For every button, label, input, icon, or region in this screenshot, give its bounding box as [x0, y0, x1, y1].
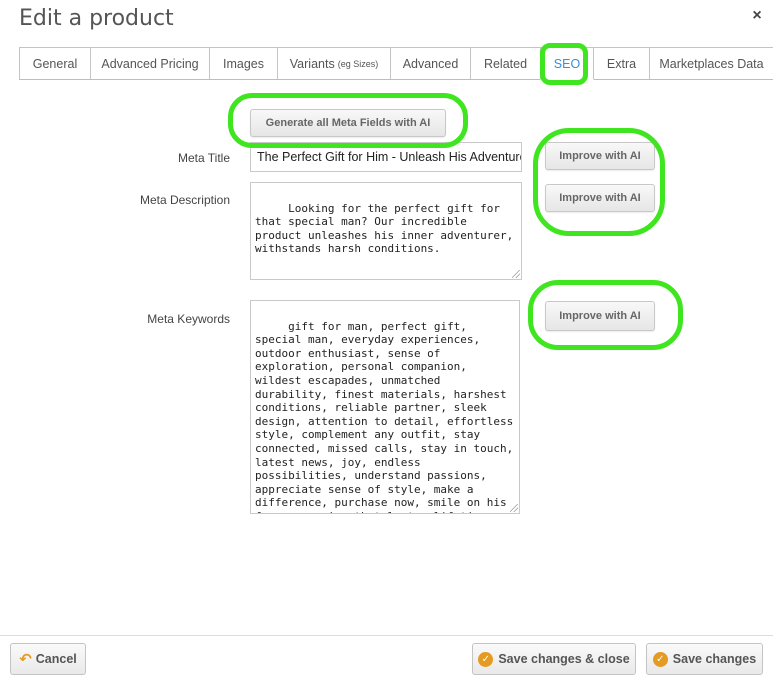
dialog-title: Edit a product — [19, 6, 174, 31]
meta-keywords-text: gift for man, perfect gift, special man,… — [255, 319, 514, 513]
check-circle-icon: ✓ — [652, 651, 668, 667]
tab-images[interactable]: Images — [209, 47, 278, 79]
tab-label: Advanced Pricing — [101, 56, 199, 71]
close-icon[interactable]: × — [749, 8, 765, 24]
tab-label: Variants — [289, 56, 335, 71]
meta-keywords-textarea[interactable]: gift for man, perfect gift, special man,… — [250, 300, 520, 514]
generate-all-meta-button[interactable]: Generate all Meta Fields with AI — [250, 109, 446, 137]
tab-extra[interactable]: Extra — [593, 47, 650, 79]
improve-meta-keywords-button[interactable]: Improve with AI — [545, 301, 655, 331]
dialog-footer: ↶ Cancel ✓ Save changes & close ✓ Save c… — [0, 635, 773, 676]
meta-description-textarea[interactable]: Looking for the perfect gift for that sp… — [250, 182, 522, 280]
undo-icon: ↶ — [19, 651, 32, 668]
cancel-button[interactable]: ↶ Cancel — [10, 643, 86, 675]
meta-title-input[interactable]: The Perfect Gift for Him - Unleash His A… — [250, 142, 522, 172]
save-and-close-label: Save changes & close — [498, 652, 630, 666]
tab-related[interactable]: Related — [470, 47, 541, 79]
resize-handle-icon[interactable] — [510, 504, 518, 512]
edit-product-dialog: Edit a product × General Advanced Pricin… — [0, 0, 773, 676]
cancel-label: Cancel — [35, 652, 77, 666]
tab-variants[interactable]: Variants (eg Sizes) — [277, 47, 391, 79]
tab-bar: General Advanced Pricing Images Variants… — [19, 47, 773, 80]
tab-label: General — [32, 56, 78, 71]
save-button[interactable]: ✓ Save changes — [646, 643, 763, 675]
dialog-header: Edit a product × — [0, 0, 773, 48]
meta-description-label: Meta Description — [139, 193, 230, 207]
tab-label: Marketplaces Data — [659, 56, 764, 71]
meta-title-label: Meta Title — [177, 151, 230, 165]
tab-label: Advanced — [402, 56, 459, 71]
save-label: Save changes — [672, 652, 757, 666]
check-circle-icon: ✓ — [478, 651, 494, 667]
tab-label: Extra — [606, 56, 637, 71]
tab-advanced[interactable]: Advanced — [390, 47, 471, 79]
tab-label: Images — [223, 56, 264, 71]
tab-label: SEO — [553, 56, 581, 71]
tab-advanced-pricing[interactable]: Advanced Pricing — [90, 47, 210, 79]
tab-general[interactable]: General — [19, 47, 91, 79]
tab-marketplaces-data[interactable]: Marketplaces Data — [649, 47, 773, 79]
meta-keywords-label: Meta Keywords — [147, 312, 230, 326]
tab-label: Related — [483, 56, 528, 71]
improve-meta-description-button[interactable]: Improve with AI — [545, 184, 655, 212]
tab-note: (eg Sizes) — [337, 58, 379, 69]
tab-seo[interactable]: SEO — [540, 47, 594, 80]
resize-handle-icon[interactable] — [512, 270, 520, 278]
save-and-close-button[interactable]: ✓ Save changes & close — [472, 643, 636, 675]
improve-meta-title-button[interactable]: Improve with AI — [545, 142, 655, 170]
meta-description-text: Looking for the perfect gift for that sp… — [255, 201, 520, 256]
